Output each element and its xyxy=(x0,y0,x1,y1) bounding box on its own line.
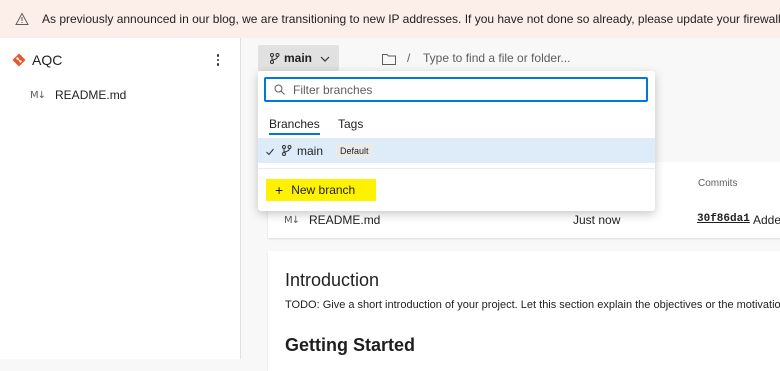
more-vertical-icon[interactable] xyxy=(214,52,222,68)
announcement-banner: As previously announced in our blog, we … xyxy=(0,0,780,38)
file-name-link[interactable]: README.md xyxy=(309,213,380,227)
readme-card: Introduction TODO: Give a short introduc… xyxy=(268,251,780,371)
branch-name: main xyxy=(297,143,324,158)
sidebar-file-label: README.md xyxy=(55,88,127,102)
repo-diamond-icon xyxy=(12,53,26,67)
path-separator: / xyxy=(407,51,411,65)
tab-branches[interactable]: Branches xyxy=(269,117,320,135)
branch-dropdown: Branches Tags main Default + New branch xyxy=(258,71,655,211)
commits-column-header: Commits xyxy=(698,178,738,189)
repo-name: AQC xyxy=(32,52,63,68)
folder-icon[interactable] xyxy=(382,53,396,65)
markdown-icon: M↓ xyxy=(284,214,300,226)
dropdown-divider xyxy=(258,168,655,169)
table-row[interactable]: M↓ README.md xyxy=(284,213,380,227)
repo-header[interactable]: AQC xyxy=(12,52,62,68)
new-branch-label: New branch xyxy=(291,183,356,197)
checkmark-icon xyxy=(265,146,275,156)
banner-text: As previously announced in our blog, we … xyxy=(42,12,780,26)
plus-icon: + xyxy=(275,182,284,198)
tab-tags[interactable]: Tags xyxy=(338,117,363,131)
sidebar-file-readme[interactable]: M↓ README.md xyxy=(30,88,126,102)
branch-selector-button[interactable]: main xyxy=(258,45,339,71)
chevron-down-icon xyxy=(320,53,330,63)
commit-message: Added xyxy=(753,213,780,227)
branch-selector-label: main xyxy=(284,51,313,65)
default-badge: Default xyxy=(336,143,373,158)
new-branch-button[interactable]: + New branch xyxy=(266,179,376,201)
filter-branches-input[interactable] xyxy=(293,82,623,97)
search-icon xyxy=(274,84,285,95)
sidebar: AQC M↓ README.md xyxy=(0,38,241,359)
warning-icon xyxy=(15,12,29,26)
filter-branches-field[interactable] xyxy=(264,77,648,102)
branch-icon xyxy=(269,52,280,64)
branch-item-main[interactable]: main Default xyxy=(258,138,655,163)
markdown-icon: M↓ xyxy=(30,89,46,101)
commit-hash-link[interactable]: 30f86da1 xyxy=(697,213,750,225)
branch-icon xyxy=(281,145,292,156)
readme-paragraph: TODO: Give a short introduction of your … xyxy=(285,299,780,311)
readme-heading-introduction: Introduction xyxy=(285,270,380,290)
readme-heading-getting-started: Getting Started xyxy=(285,335,416,355)
path-search-input[interactable]: Type to find a file or folder... xyxy=(423,51,570,65)
file-last-change: Just now xyxy=(573,213,621,227)
